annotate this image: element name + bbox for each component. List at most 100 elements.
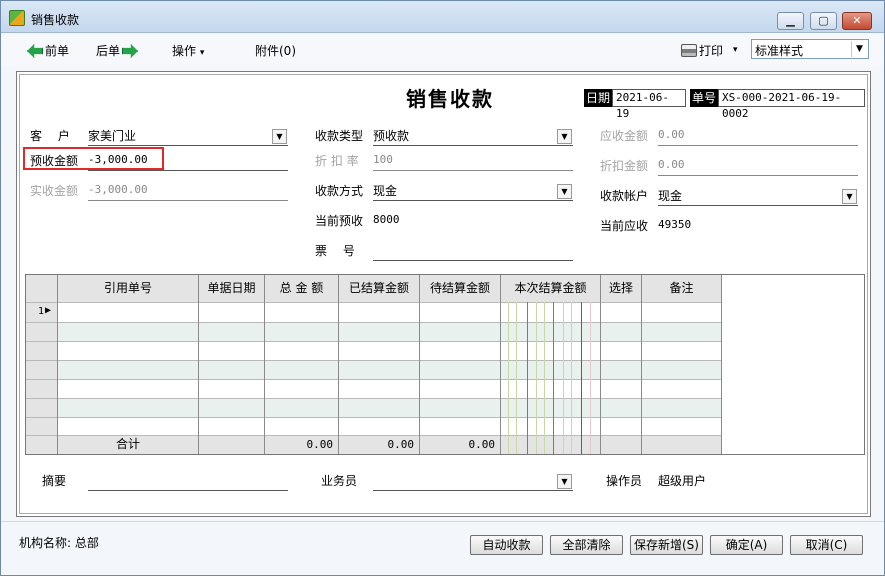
printer-icon [681, 44, 697, 57]
settlement-grid[interactable]: 引用单号 单据日期 总 金 额 已结算金额 待结算金额 本次结算金额 选择 备注… [25, 274, 865, 455]
receipt-account-underline [658, 205, 858, 206]
col-this-settle[interactable]: 本次结算金额 [501, 275, 600, 302]
total-amount-value: 0.00 [306, 438, 334, 451]
operator-label: 操作员 [606, 474, 643, 488]
customer-dropdown-icon[interactable]: ▼ [272, 129, 287, 144]
grid-stripe-row-2 [57, 322, 721, 341]
receivable-label: 应收金额 [600, 129, 649, 143]
receipt-type-dropdown-icon[interactable]: ▼ [557, 129, 572, 144]
window-title: 销售收款 [31, 13, 80, 27]
title-bar: 销售收款 ▁ ▢ ✕ [1, 1, 884, 33]
summary-underline [88, 490, 288, 491]
print-button[interactable]: 打印 [681, 42, 723, 59]
payment-method-value: 现金 [373, 184, 398, 198]
customer-label: 客 户 [30, 129, 70, 143]
grid-rownum-bg [26, 302, 57, 454]
discount-rate-value: 100 [373, 153, 393, 166]
current-receivable-value: 49350 [658, 218, 692, 231]
sales-receipt-window: 销售收款 ▁ ▢ ✕ 前单 后单 操作 ▾ 附件(0) 打印 ▾ 标准样式 ▼ … [0, 0, 885, 576]
col-total-amount[interactable]: 总 金 额 [265, 275, 338, 302]
total-label: 合计 [115, 437, 140, 451]
receipt-account-value: 现金 [658, 189, 683, 203]
operate-label: 操作 [172, 44, 197, 58]
next-button[interactable]: 后单 [96, 42, 139, 59]
ticket-no-label: 票 号 [315, 244, 355, 258]
document-panel: 销售收款 日期 2021-06-19 单号 XS-000-2021-06-19-… [16, 71, 871, 517]
receivable-value: 0.00 [658, 128, 685, 141]
col-pending[interactable]: 待结算金额 [420, 275, 500, 302]
receivable-underline [658, 145, 858, 146]
discount-rate-label: 折 扣 率 [315, 154, 359, 168]
row-pointer-icon: ▶ [45, 305, 52, 316]
doc-no-field: XS-000-2021-06-19-0002 [718, 89, 865, 120]
actual-label: 实收金额 [30, 184, 79, 198]
close-button[interactable]: ✕ [842, 12, 872, 30]
next-label: 后单 [96, 44, 121, 58]
prepaid-underline [88, 170, 288, 171]
cancel-button[interactable]: 取消(C) [790, 535, 863, 555]
total-pending-value: 0.00 [468, 438, 496, 451]
col-settled[interactable]: 已结算金额 [339, 275, 419, 302]
confirm-button[interactable]: 确定(A) [710, 535, 783, 555]
col-ref-no[interactable]: 引用单号 [58, 275, 198, 302]
salesperson-underline [373, 490, 573, 491]
print-label: 打印 [699, 44, 724, 58]
status-bar: 机构名称: 总部 自动收款 全部清除 保存新增(S) 确定(A) 取消(C) [1, 521, 884, 575]
row-number-1: 1 [37, 306, 44, 317]
salesperson-label: 业务员 [321, 474, 358, 488]
discount-amount-underline [658, 175, 858, 176]
discount-amount-label: 折扣金额 [600, 159, 649, 173]
document-title: 销售收款 [406, 87, 494, 111]
organization-name: 机构名称: 总部 [19, 536, 99, 550]
salesperson-dropdown-icon[interactable]: ▼ [557, 474, 572, 489]
receipt-type-value: 预收款 [373, 129, 410, 143]
grid-stripe-row-6 [57, 398, 721, 417]
prev-button[interactable]: 前单 [27, 42, 69, 59]
current-prepaid-value: 8000 [373, 213, 400, 226]
receipt-account-dropdown-icon[interactable]: ▼ [842, 189, 857, 204]
save-new-button[interactable]: 保存新增(S) [630, 535, 703, 555]
prepaid-label: 预收金额 [30, 154, 79, 168]
col-doc-date[interactable]: 单据日期 [199, 275, 264, 302]
customer-underline [88, 145, 288, 146]
discount-rate-underline [373, 170, 573, 171]
date-label: 日期 [584, 89, 613, 107]
ticket-no-underline [373, 260, 573, 261]
minimize-button[interactable]: ▁ [777, 12, 804, 30]
actual-value: -3,000.00 [88, 183, 148, 196]
prepaid-value[interactable]: -3,000.00 [88, 153, 148, 166]
total-settled-value: 0.00 [387, 438, 415, 451]
dropdown-arrow-icon: ▼ [851, 41, 867, 57]
col-select[interactable]: 选择 [601, 275, 641, 302]
doc-no-label: 单号 [690, 89, 719, 107]
chevron-down-icon: ▾ [199, 48, 205, 58]
operate-menu[interactable]: 操作 ▾ [172, 42, 204, 59]
summary-label: 摘要 [42, 474, 67, 488]
document-body: 销售收款 日期 2021-06-19 单号 XS-000-2021-06-19-… [19, 74, 868, 514]
arrow-left-icon [27, 44, 43, 58]
discount-amount-value: 0.00 [658, 158, 685, 171]
print-style-select[interactable]: 标准样式 ▼ [751, 39, 869, 59]
payment-method-label: 收款方式 [315, 184, 364, 198]
prev-label: 前单 [45, 44, 70, 58]
date-field[interactable]: 2021-06-19 [612, 89, 686, 120]
receipt-type-underline [373, 145, 573, 146]
app-icon [9, 10, 25, 26]
grid-stripe-row-4 [57, 360, 721, 379]
current-receivable-label: 当前应收 [600, 219, 649, 233]
receipt-account-label: 收款帐户 [600, 189, 649, 203]
col-remark[interactable]: 备注 [642, 275, 721, 302]
attachment-button[interactable]: 附件(0) [255, 42, 296, 59]
toolbar: 前单 后单 操作 ▾ 附件(0) 打印 ▾ 标准样式 ▼ [1, 34, 884, 66]
operator-value: 超级用户 [658, 474, 707, 488]
payment-method-dropdown-icon[interactable]: ▼ [557, 184, 572, 199]
clear-all-button[interactable]: 全部清除 [550, 535, 623, 555]
customer-value: 家美门业 [88, 129, 137, 143]
current-prepaid-label: 当前预收 [315, 214, 364, 228]
actual-underline [88, 200, 288, 201]
maximize-button[interactable]: ▢ [810, 12, 837, 30]
print-style-value: 标准样式 [755, 44, 804, 58]
arrow-right-icon [122, 44, 139, 58]
auto-receipt-button[interactable]: 自动收款 [470, 535, 543, 555]
print-dropdown-icon[interactable]: ▾ [733, 45, 738, 55]
